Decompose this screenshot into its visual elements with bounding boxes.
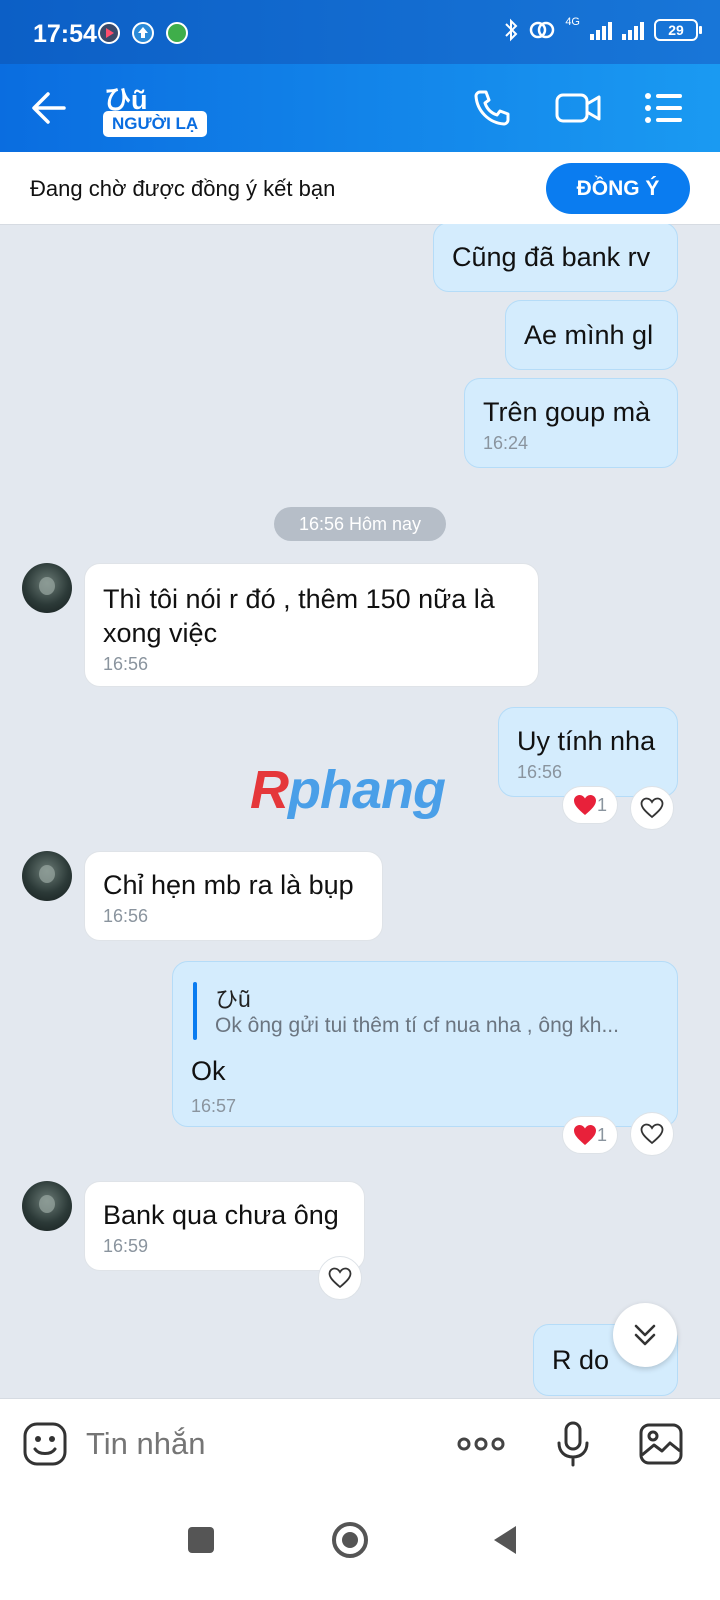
message-bubble-outgoing[interactable]: ひũ Ok ông gửi tui thêm tí cf nua nha , ô… [172,961,678,1127]
bluetooth-icon [505,18,518,42]
message-text-line: Thì tôi nói r đó , thêm 150 nữa là [103,584,495,614]
message-list[interactable]: Cũng đã bank rv Ae mình gl Trên goup mà … [0,224,720,1424]
friend-request-bar: Đang chờ được đồng ý kết bạn ĐỒNG Ý [0,152,720,225]
message-bubble-incoming[interactable]: Bank qua chưa ông 16:59 [84,1181,365,1271]
menu-button[interactable] [642,86,686,130]
avatar[interactable] [22,1181,72,1231]
network-type: 4G [565,16,580,28]
reaction-badge[interactable]: 1 [562,1116,618,1154]
message-input-bar [0,1398,720,1487]
upload-app-icon [132,22,154,44]
recents-button[interactable] [181,1520,221,1560]
quote-text[interactable]: Ok ông gửi tui thêm tí cf nua nha , ông … [215,1014,619,1038]
message-text: Chỉ hẹn mb ra là bụp [103,870,354,900]
reaction-count: 1 [596,794,607,815]
message-bubble-outgoing[interactable]: Ae mình gl [505,300,678,370]
message-text: Ok [191,1056,226,1086]
watermark-r: R [250,760,289,820]
accept-friend-button[interactable]: ĐỒNG Ý [546,163,690,214]
quote-bar [193,982,197,1040]
heart-outline-icon [640,797,664,819]
image-icon [639,1423,683,1465]
heart-filled-icon [573,1125,596,1145]
message-bubble-incoming[interactable]: Thì tôi nói r đó , thêm 150 nữa là xong … [84,563,539,687]
message-time: 16:56 [103,906,149,926]
message-text: Trên goup mà [483,397,651,427]
message-text-line: xong việc [103,618,218,648]
react-button[interactable] [318,1256,362,1300]
sticker-button[interactable] [22,1421,68,1467]
triangle-back-icon [494,1526,516,1554]
message-time: 16:24 [483,433,529,453]
heart-outline-icon [328,1267,352,1289]
watermark-logo: Rphang [250,759,446,821]
message-bubble-outgoing[interactable]: Trên goup mà 16:24 [464,378,678,468]
message-time: 16:57 [191,1096,237,1116]
message-bubble-outgoing[interactable]: Cũng đã bank rv [433,224,678,292]
reaction-count: 1 [596,1124,607,1145]
link-icon [530,21,555,39]
status-icons: 4G 29 [503,16,702,42]
message-bubble-outgoing[interactable]: Uy tính nha 16:56 [498,707,678,797]
back-nav-button[interactable] [486,1520,526,1560]
avatar[interactable] [22,563,72,613]
message-time: 16:59 [103,1236,149,1256]
message-text: Uy tính nha [517,726,656,756]
system-nav-bar [0,1486,720,1600]
message-time: 16:56 [103,654,149,674]
signal-icon [622,20,644,40]
voice-button[interactable] [550,1421,596,1467]
call-button[interactable] [470,86,514,130]
microphone-icon [557,1421,589,1467]
video-call-button[interactable] [554,86,602,130]
phone-icon [474,90,510,126]
play-app-icon [98,22,120,44]
battery-icon: 29 [654,19,702,41]
message-bubble-incoming[interactable]: Chỉ hẹn mb ra là bụp 16:56 [84,851,383,941]
react-button[interactable] [630,786,674,830]
heart-filled-icon [573,795,596,815]
message-time: 16:56 [517,762,563,782]
more-button[interactable] [456,1421,506,1467]
heart-outline-icon [640,1123,664,1145]
signal-icon [590,20,612,40]
react-button[interactable] [630,1112,674,1156]
message-text: Bank qua chưa ông [103,1200,339,1230]
back-button[interactable] [28,86,72,130]
stranger-badge: NGƯỜI LẠ [103,111,208,137]
friend-request-text: Đang chờ được đồng ý kết bạn [30,176,336,201]
more-icon [457,1437,505,1451]
message-text: Cũng đã bank rv [452,242,651,272]
square-icon [188,1527,214,1553]
scroll-to-bottom-button[interactable] [613,1303,677,1367]
android-app-icon [166,22,188,44]
sticker-icon [23,1422,67,1466]
message-input[interactable] [84,1421,418,1467]
date-divider: 16:56 Hôm nay [274,507,446,541]
reaction-badge[interactable]: 1 [562,786,618,824]
quote-author: ひũ [215,986,251,1012]
video-call-icon [555,93,601,123]
home-button[interactable] [330,1520,370,1560]
chat-header: ひũ NGƯỜI LẠ [0,64,720,152]
watermark-text: phang [288,760,446,820]
double-chevron-down-icon [634,1324,656,1346]
menu-list-icon [645,93,682,123]
circle-icon [332,1522,368,1558]
status-time: 17:54 [33,20,97,48]
message-text: Ae mình gl [524,320,654,350]
avatar[interactable] [22,851,72,901]
gallery-button[interactable] [638,1421,684,1467]
back-icon [32,92,66,124]
status-bar: 17:54 4G 29 [0,0,720,64]
